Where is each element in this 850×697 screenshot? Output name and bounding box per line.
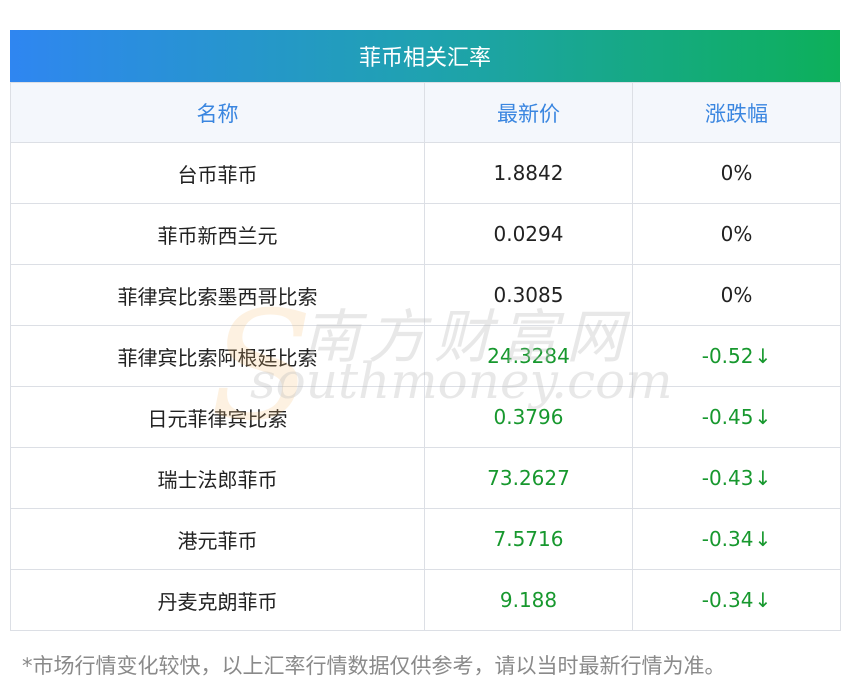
- down-arrow-icon: ↓: [754, 344, 772, 368]
- header-change: 涨跌幅: [632, 82, 841, 143]
- cell-name: 菲律宾比索阿根廷比索: [10, 325, 425, 387]
- table-row: 日元菲律宾比索 0.3796 -0.45↓: [10, 386, 841, 448]
- cell-change: 0%: [632, 203, 841, 265]
- down-arrow-icon: ↓: [754, 527, 772, 551]
- rate-grid: 名称 最新价 涨跌幅 台币菲币 1.8842 0% 菲币新西兰元 0.0294 0% 菲律宾…: [10, 82, 841, 631]
- table-row: 丹麦克朗菲币 9.188 -0.34↓: [10, 569, 841, 631]
- change-value: -0.34: [701, 527, 754, 551]
- header-price: 最新价: [424, 82, 633, 143]
- cell-price: 1.8842: [424, 142, 633, 204]
- cell-price: 9.188: [424, 569, 633, 631]
- cell-name: 港元菲币: [10, 508, 425, 570]
- table-title: 菲币相关汇率: [10, 30, 840, 82]
- cell-name: 日元菲律宾比索: [10, 386, 425, 448]
- disclaimer-footnote: *市场行情变化较快，以上汇率行情数据仅供参考，请以当时最新行情为准。: [22, 654, 726, 678]
- cell-change: -0.52↓: [632, 325, 841, 387]
- down-arrow-icon: ↓: [754, 588, 772, 612]
- change-value: 0%: [720, 161, 753, 185]
- table-row: 瑞士法郎菲币 73.2627 -0.43↓: [10, 447, 841, 509]
- page: 菲币相关汇率 名称 最新价 涨跌幅 台币菲币 1.8842 0% 菲币新西兰元 0.02…: [0, 0, 850, 697]
- cell-name: 菲币新西兰元: [10, 203, 425, 265]
- cell-change: -0.34↓: [632, 569, 841, 631]
- cell-name: 丹麦克朗菲币: [10, 569, 425, 631]
- cell-price: 73.2627: [424, 447, 633, 509]
- change-value: -0.52: [701, 344, 754, 368]
- change-value: -0.43: [701, 466, 754, 490]
- cell-change: -0.34↓: [632, 508, 841, 570]
- change-value: -0.45: [701, 405, 754, 429]
- cell-price: 0.3085: [424, 264, 633, 326]
- header-name: 名称: [10, 82, 425, 143]
- down-arrow-icon: ↓: [754, 405, 772, 429]
- table-row: 港元菲币 7.5716 -0.34↓: [10, 508, 841, 570]
- cell-change: 0%: [632, 142, 841, 204]
- cell-name: 瑞士法郎菲币: [10, 447, 425, 509]
- cell-name: 台币菲币: [10, 142, 425, 204]
- cell-change: -0.43↓: [632, 447, 841, 509]
- cell-price: 24.3284: [424, 325, 633, 387]
- change-value: -0.34: [701, 588, 754, 612]
- change-value: 0%: [720, 283, 753, 307]
- cell-name: 菲律宾比索墨西哥比索: [10, 264, 425, 326]
- down-arrow-icon: ↓: [754, 466, 772, 490]
- cell-price: 7.5716: [424, 508, 633, 570]
- table-row: 菲律宾比索墨西哥比索 0.3085 0%: [10, 264, 841, 326]
- cell-price: 0.0294: [424, 203, 633, 265]
- table-row: 菲律宾比索阿根廷比索 24.3284 -0.52↓: [10, 325, 841, 387]
- cell-price: 0.3796: [424, 386, 633, 448]
- cell-change: -0.45↓: [632, 386, 841, 448]
- table-row: 台币菲币 1.8842 0%: [10, 142, 841, 204]
- table-row: 菲币新西兰元 0.0294 0%: [10, 203, 841, 265]
- change-value: 0%: [720, 222, 753, 246]
- cell-change: 0%: [632, 264, 841, 326]
- header-row: 名称 最新价 涨跌幅: [10, 82, 841, 143]
- exchange-rate-table: 菲币相关汇率 名称 最新价 涨跌幅 台币菲币 1.8842 0% 菲币新西兰元 0.02…: [10, 30, 841, 631]
